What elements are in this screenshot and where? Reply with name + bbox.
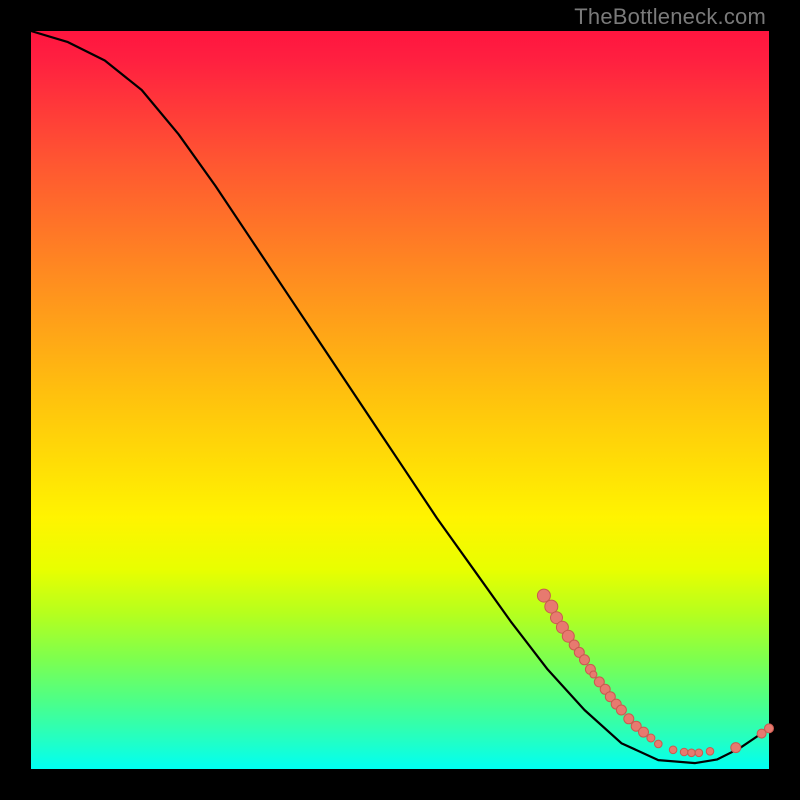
data-point [639,727,649,737]
data-point [655,740,663,748]
data-point [647,734,655,742]
data-point [765,724,774,733]
bottleneck-curve [31,31,769,763]
data-point [537,589,550,602]
data-point [580,655,590,665]
data-point [706,748,714,756]
data-point [616,705,626,715]
data-point [688,749,696,757]
data-point [669,746,677,754]
data-point [545,600,558,613]
data-point [731,743,741,753]
data-point [695,749,703,757]
data-points-group [537,589,773,757]
data-point [624,714,634,724]
data-point [590,671,597,678]
data-point [680,748,688,756]
chart-svg [31,31,769,769]
watermark-text: TheBottleneck.com [574,4,766,30]
